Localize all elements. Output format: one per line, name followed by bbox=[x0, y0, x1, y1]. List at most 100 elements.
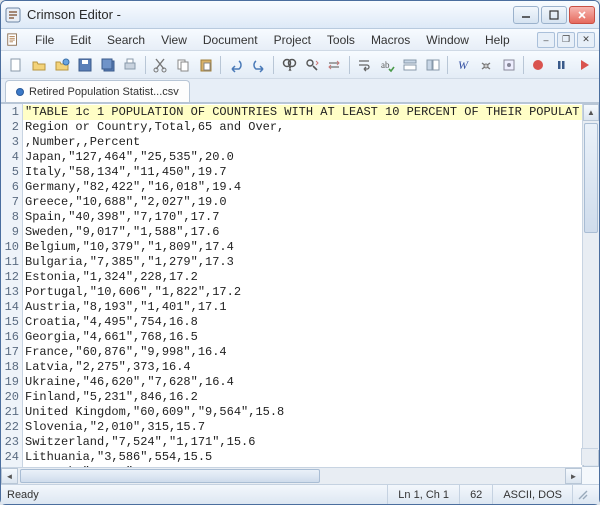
scroll-track[interactable] bbox=[583, 121, 599, 450]
code-editor[interactable]: "TABLE 1c 1 POPULATION OF COUNTRIES WITH… bbox=[23, 104, 582, 467]
line-number: 15 bbox=[1, 315, 19, 330]
save-button[interactable] bbox=[74, 54, 96, 76]
cut-button[interactable] bbox=[149, 54, 171, 76]
directory-view-button[interactable] bbox=[422, 54, 444, 76]
record-macro-button[interactable] bbox=[528, 54, 550, 76]
scroll-up-button[interactable]: ▲ bbox=[583, 104, 599, 121]
code-line[interactable]: Italy,"58,134","11,450",19.7 bbox=[23, 165, 582, 180]
line-number: 4 bbox=[1, 150, 19, 165]
code-line[interactable]: Japan,"127,464","25,535",20.0 bbox=[23, 150, 582, 165]
code-line[interactable]: Portugal,"10,606","1,822",17.2 bbox=[23, 285, 582, 300]
open-remote-button[interactable] bbox=[51, 54, 73, 76]
redo-button[interactable] bbox=[248, 54, 270, 76]
code-line[interactable]: Spain,"40,398","7,170",17.7 bbox=[23, 210, 582, 225]
print-button[interactable] bbox=[119, 54, 141, 76]
replace-button[interactable] bbox=[323, 54, 345, 76]
code-line[interactable]: Finland,"5,231",846,16.2 bbox=[23, 390, 582, 405]
menu-document[interactable]: Document bbox=[195, 31, 266, 49]
toolbar: ab W bbox=[1, 51, 599, 79]
code-line[interactable]: Germany,"82,422","16,018",19.4 bbox=[23, 180, 582, 195]
scroll-track[interactable] bbox=[18, 468, 565, 484]
status-ready: Ready bbox=[7, 485, 387, 504]
code-line[interactable]: Ukraine,"46,620","7,628",16.4 bbox=[23, 375, 582, 390]
play-macro-button[interactable] bbox=[573, 54, 595, 76]
file-tab[interactable]: Retired Population Statist...csv bbox=[5, 80, 190, 102]
menu-tools[interactable]: Tools bbox=[319, 31, 363, 49]
menu-project[interactable]: Project bbox=[266, 31, 319, 49]
preferences-button[interactable] bbox=[498, 54, 520, 76]
scroll-left-button[interactable]: ◄ bbox=[1, 468, 18, 484]
line-number: 11 bbox=[1, 255, 19, 270]
settings-button[interactable] bbox=[475, 54, 497, 76]
font-italic-button[interactable]: W bbox=[452, 54, 474, 76]
code-line[interactable]: Switzerland,"7,524","1,171",15.6 bbox=[23, 435, 582, 450]
undo-button[interactable] bbox=[225, 54, 247, 76]
find-button[interactable] bbox=[278, 54, 300, 76]
scroll-right-button[interactable]: ► bbox=[565, 468, 582, 484]
code-line[interactable]: France,"60,876","9,998",16.4 bbox=[23, 345, 582, 360]
mdi-minimize-button[interactable]: – bbox=[537, 32, 555, 48]
spell-check-button[interactable]: ab bbox=[376, 54, 398, 76]
code-line[interactable]: United Kingdom,"60,609","9,564",15.8 bbox=[23, 405, 582, 420]
line-number: 9 bbox=[1, 225, 19, 240]
vertical-scrollbar[interactable]: ▲ ▼ bbox=[582, 104, 599, 467]
code-line[interactable]: Greece,"10,688","2,027",19.0 bbox=[23, 195, 582, 210]
line-number: 5 bbox=[1, 165, 19, 180]
titlebar[interactable]: Crimson Editor - bbox=[1, 1, 599, 29]
scroll-thumb[interactable] bbox=[20, 469, 320, 483]
line-number: 6 bbox=[1, 180, 19, 195]
scroll-corner bbox=[581, 448, 598, 465]
close-button[interactable] bbox=[569, 6, 595, 24]
code-line[interactable]: Denmark,"5,451",828,15.2 bbox=[23, 465, 582, 467]
window-controls bbox=[513, 6, 595, 24]
new-file-button[interactable] bbox=[5, 54, 27, 76]
line-number: 13 bbox=[1, 285, 19, 300]
code-line[interactable]: Belgium,"10,379","1,809",17.4 bbox=[23, 240, 582, 255]
status-position: Ln 1, Ch 1 bbox=[387, 485, 459, 504]
code-line[interactable]: Austria,"8,193","1,401",17.1 bbox=[23, 300, 582, 315]
toolbar-separator bbox=[218, 54, 224, 76]
code-line[interactable]: Latvia,"2,275",373,16.4 bbox=[23, 360, 582, 375]
line-number: 20 bbox=[1, 390, 19, 405]
line-number: 16 bbox=[1, 330, 19, 345]
pause-macro-button[interactable] bbox=[550, 54, 572, 76]
svg-text:W: W bbox=[458, 58, 469, 72]
horizontal-scrollbar[interactable]: ◄ ► bbox=[1, 467, 582, 484]
toolbar-separator bbox=[142, 54, 148, 76]
code-line[interactable]: Sweden,"9,017","1,588",17.6 bbox=[23, 225, 582, 240]
status-count: 62 bbox=[459, 485, 492, 504]
code-line[interactable]: Slovenia,"2,010",315,15.7 bbox=[23, 420, 582, 435]
code-line[interactable]: Croatia,"4,495",754,16.8 bbox=[23, 315, 582, 330]
mdi-close-button[interactable]: ✕ bbox=[577, 32, 595, 48]
toggle-toolbar-button[interactable] bbox=[399, 54, 421, 76]
toolbar-separator bbox=[445, 54, 451, 76]
code-line[interactable]: Estonia,"1,324",228,17.2 bbox=[23, 270, 582, 285]
menu-window[interactable]: Window bbox=[418, 31, 477, 49]
code-line[interactable]: Region or Country,Total,65 and Over, bbox=[23, 120, 582, 135]
mdi-restore-button[interactable]: ❐ bbox=[557, 32, 575, 48]
code-line[interactable]: Bulgaria,"7,385","1,279",17.3 bbox=[23, 255, 582, 270]
maximize-button[interactable] bbox=[541, 6, 567, 24]
line-number: 17 bbox=[1, 345, 19, 360]
copy-button[interactable] bbox=[172, 54, 194, 76]
line-number: 22 bbox=[1, 420, 19, 435]
menu-help[interactable]: Help bbox=[477, 31, 518, 49]
find-next-button[interactable] bbox=[301, 54, 323, 76]
code-line[interactable]: ,Number,,Percent bbox=[23, 135, 582, 150]
open-file-button[interactable] bbox=[28, 54, 50, 76]
tabstrip: Retired Population Statist...csv bbox=[1, 79, 599, 103]
minimize-button[interactable] bbox=[513, 6, 539, 24]
menu-search[interactable]: Search bbox=[99, 31, 153, 49]
save-all-button[interactable] bbox=[97, 54, 119, 76]
code-line[interactable]: Lithuania,"3,586",554,15.5 bbox=[23, 450, 582, 465]
status-grip bbox=[572, 485, 593, 504]
scroll-thumb[interactable] bbox=[584, 123, 598, 233]
menu-file[interactable]: File bbox=[27, 31, 62, 49]
menu-macros[interactable]: Macros bbox=[363, 31, 418, 49]
menu-edit[interactable]: Edit bbox=[62, 31, 99, 49]
code-line[interactable]: "TABLE 1c 1 POPULATION OF COUNTRIES WITH… bbox=[23, 105, 582, 120]
paste-button[interactable] bbox=[195, 54, 217, 76]
code-line[interactable]: Georgia,"4,661",768,16.5 bbox=[23, 330, 582, 345]
word-wrap-button[interactable] bbox=[353, 54, 375, 76]
menu-view[interactable]: View bbox=[153, 31, 195, 49]
